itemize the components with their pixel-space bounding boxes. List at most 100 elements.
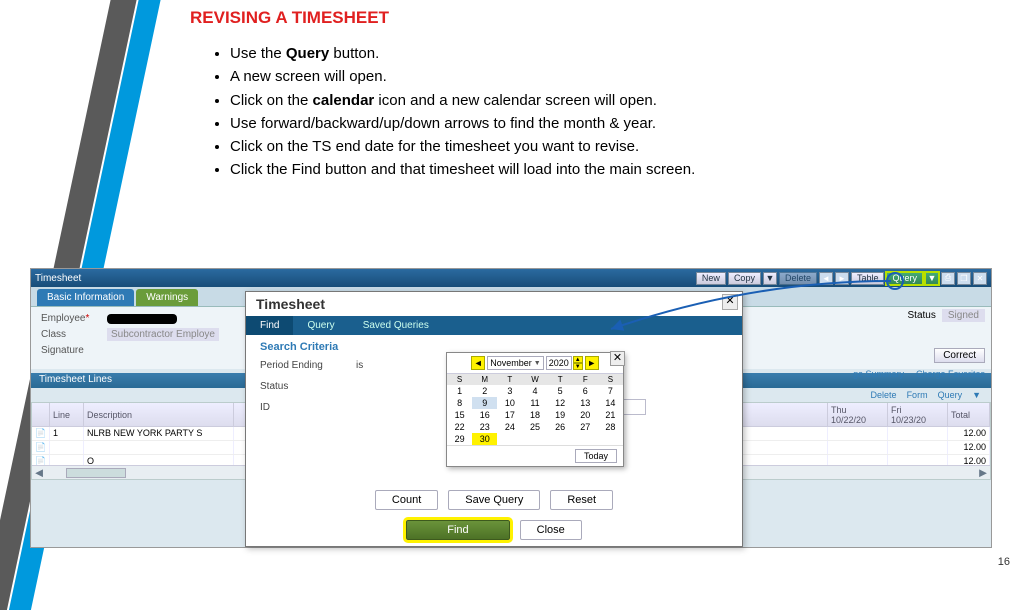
calendar-day[interactable]: 2 — [472, 385, 497, 397]
calendar-day — [598, 433, 623, 445]
calendar-day[interactable]: 21 — [598, 409, 623, 421]
query-dropdown[interactable]: ▼ — [925, 272, 939, 285]
calendar-day[interactable]: 10 — [497, 397, 522, 409]
calendar-day — [573, 433, 598, 445]
signature-label: Signature — [41, 345, 101, 356]
calendar-day[interactable]: 30 — [472, 433, 497, 445]
calendar-day[interactable]: 7 — [598, 385, 623, 397]
instruction-item: Use the Query button. — [230, 42, 984, 65]
calendar-day[interactable]: 25 — [522, 421, 547, 433]
query-dialog: ✕ Timesheet Find Query Saved Queries Sea… — [245, 291, 743, 547]
col-thu[interactable]: Thu10/22/20 — [828, 403, 888, 426]
calendar-day[interactable]: 5 — [548, 385, 573, 397]
id-field-label: ID — [260, 402, 346, 413]
lines-query-link[interactable]: Query — [938, 390, 963, 400]
lines-query-caret-icon[interactable]: ▼ — [972, 390, 981, 400]
year-up-icon[interactable]: ▲ — [573, 356, 583, 363]
calendar-day[interactable]: 3 — [497, 385, 522, 397]
nav-prev-icon[interactable]: ◄ — [819, 272, 833, 285]
calendar-day[interactable]: 15 — [447, 409, 472, 421]
col-description[interactable]: Description — [84, 403, 234, 426]
col-line[interactable]: Line — [50, 403, 84, 426]
calendar-day[interactable]: 9 — [472, 397, 497, 409]
datepicker-close-icon[interactable]: ✕ — [610, 351, 625, 366]
new-button[interactable]: New — [696, 272, 726, 285]
calendar-day[interactable]: 22 — [447, 421, 472, 433]
copy-button[interactable]: Copy — [728, 272, 761, 285]
status-label: Status — [908, 310, 936, 321]
summary-link[interactable]: ge Summary — [853, 369, 904, 379]
scroll-left-icon[interactable]: ◄ — [32, 465, 46, 480]
tab-basic-information[interactable]: Basic Information — [37, 289, 134, 306]
status-field-label: Status — [260, 381, 346, 392]
calendar-day[interactable]: 28 — [598, 421, 623, 433]
print-icon[interactable]: ⎙ — [941, 272, 955, 285]
period-ending-operator: is — [356, 360, 436, 371]
calendar-day[interactable]: 16 — [472, 409, 497, 421]
calendar-day[interactable]: 26 — [548, 421, 573, 433]
window-icon[interactable]: ❐ — [957, 272, 971, 285]
app-titlebar: Timesheet New Copy ▼ Delete ◄ ► Table Qu… — [31, 269, 991, 287]
date-picker: ✕ ◄ November▼ 2020 ▲ ▼ ► SMTWTFS 1234567… — [446, 352, 624, 467]
table-button[interactable]: Table — [851, 272, 885, 285]
slide-title: REVISING A TIMESHEET — [190, 8, 984, 28]
calendar-day[interactable]: 13 — [573, 397, 598, 409]
instruction-list: Use the Query button.A new screen will o… — [190, 42, 984, 182]
month-next-icon[interactable]: ► — [585, 356, 599, 370]
calendar-day[interactable]: 19 — [548, 409, 573, 421]
calendar-day[interactable]: 12 — [548, 397, 573, 409]
calendar-grid: SMTWTFS 12345678910111213141516171819202… — [447, 374, 623, 445]
calendar-day[interactable]: 27 — [573, 421, 598, 433]
app-title: Timesheet — [35, 273, 81, 284]
calendar-day[interactable]: 6 — [573, 385, 598, 397]
col-fri[interactable]: Fri10/23/20 — [888, 403, 948, 426]
year-select[interactable]: 2020 — [546, 356, 572, 370]
lines-delete-link[interactable]: Delete — [871, 390, 897, 400]
calendar-day[interactable]: 24 — [497, 421, 522, 433]
dialog-tab-query[interactable]: Query — [293, 316, 348, 335]
page-number: 16 — [998, 556, 1010, 568]
save-query-button[interactable]: Save Query — [448, 490, 540, 510]
instruction-item: A new screen will open. — [230, 65, 984, 88]
dialog-close-icon[interactable]: ✕ — [722, 294, 738, 310]
find-button[interactable]: Find — [406, 520, 509, 540]
employee-label: Employee — [41, 313, 101, 324]
instruction-item: Click the Find button and that timesheet… — [230, 158, 984, 181]
lines-form-link[interactable]: Form — [907, 390, 928, 400]
query-button[interactable]: Query — [886, 272, 923, 285]
correct-button[interactable]: Correct — [934, 348, 985, 363]
scroll-right-icon[interactable]: ► — [976, 465, 990, 480]
close-button[interactable]: Close — [520, 520, 582, 540]
calendar-day[interactable]: 23 — [472, 421, 497, 433]
calendar-day[interactable]: 1 — [447, 385, 472, 397]
delete-button[interactable]: Delete — [779, 272, 817, 285]
calendar-day[interactable]: 18 — [522, 409, 547, 421]
close-icon[interactable]: ✕ — [973, 272, 987, 285]
calendar-day[interactable]: 4 — [522, 385, 547, 397]
tab-warnings[interactable]: Warnings — [136, 289, 198, 306]
month-prev-icon[interactable]: ◄ — [471, 356, 485, 370]
dialog-tab-saved-queries[interactable]: Saved Queries — [349, 316, 443, 335]
calendar-day — [522, 433, 547, 445]
year-down-icon[interactable]: ▼ — [573, 363, 583, 370]
month-select[interactable]: November▼ — [487, 356, 543, 370]
calendar-day[interactable]: 8 — [447, 397, 472, 409]
charge-favorites-link[interactable]: Charge Favorites — [916, 369, 985, 379]
dialog-tab-find[interactable]: Find — [246, 316, 293, 335]
col-total[interactable]: Total — [948, 403, 990, 426]
today-button[interactable]: Today — [575, 449, 617, 463]
calendar-day[interactable]: 29 — [447, 433, 472, 445]
calendar-day[interactable]: 17 — [497, 409, 522, 421]
instruction-item: Click on the calendar icon and a new cal… — [230, 89, 984, 112]
calendar-day[interactable]: 14 — [598, 397, 623, 409]
copy-dropdown[interactable]: ▼ — [763, 272, 777, 285]
period-ending-label: Period Ending — [260, 360, 346, 371]
calendar-day[interactable]: 20 — [573, 409, 598, 421]
calendar-day — [548, 433, 573, 445]
app-window: Timesheet New Copy ▼ Delete ◄ ► Table Qu… — [30, 268, 992, 548]
count-button[interactable]: Count — [375, 490, 438, 510]
instruction-item: Click on the TS end date for the timeshe… — [230, 135, 984, 158]
reset-button[interactable]: Reset — [550, 490, 613, 510]
nav-next-icon[interactable]: ► — [835, 272, 849, 285]
calendar-day[interactable]: 11 — [522, 397, 547, 409]
